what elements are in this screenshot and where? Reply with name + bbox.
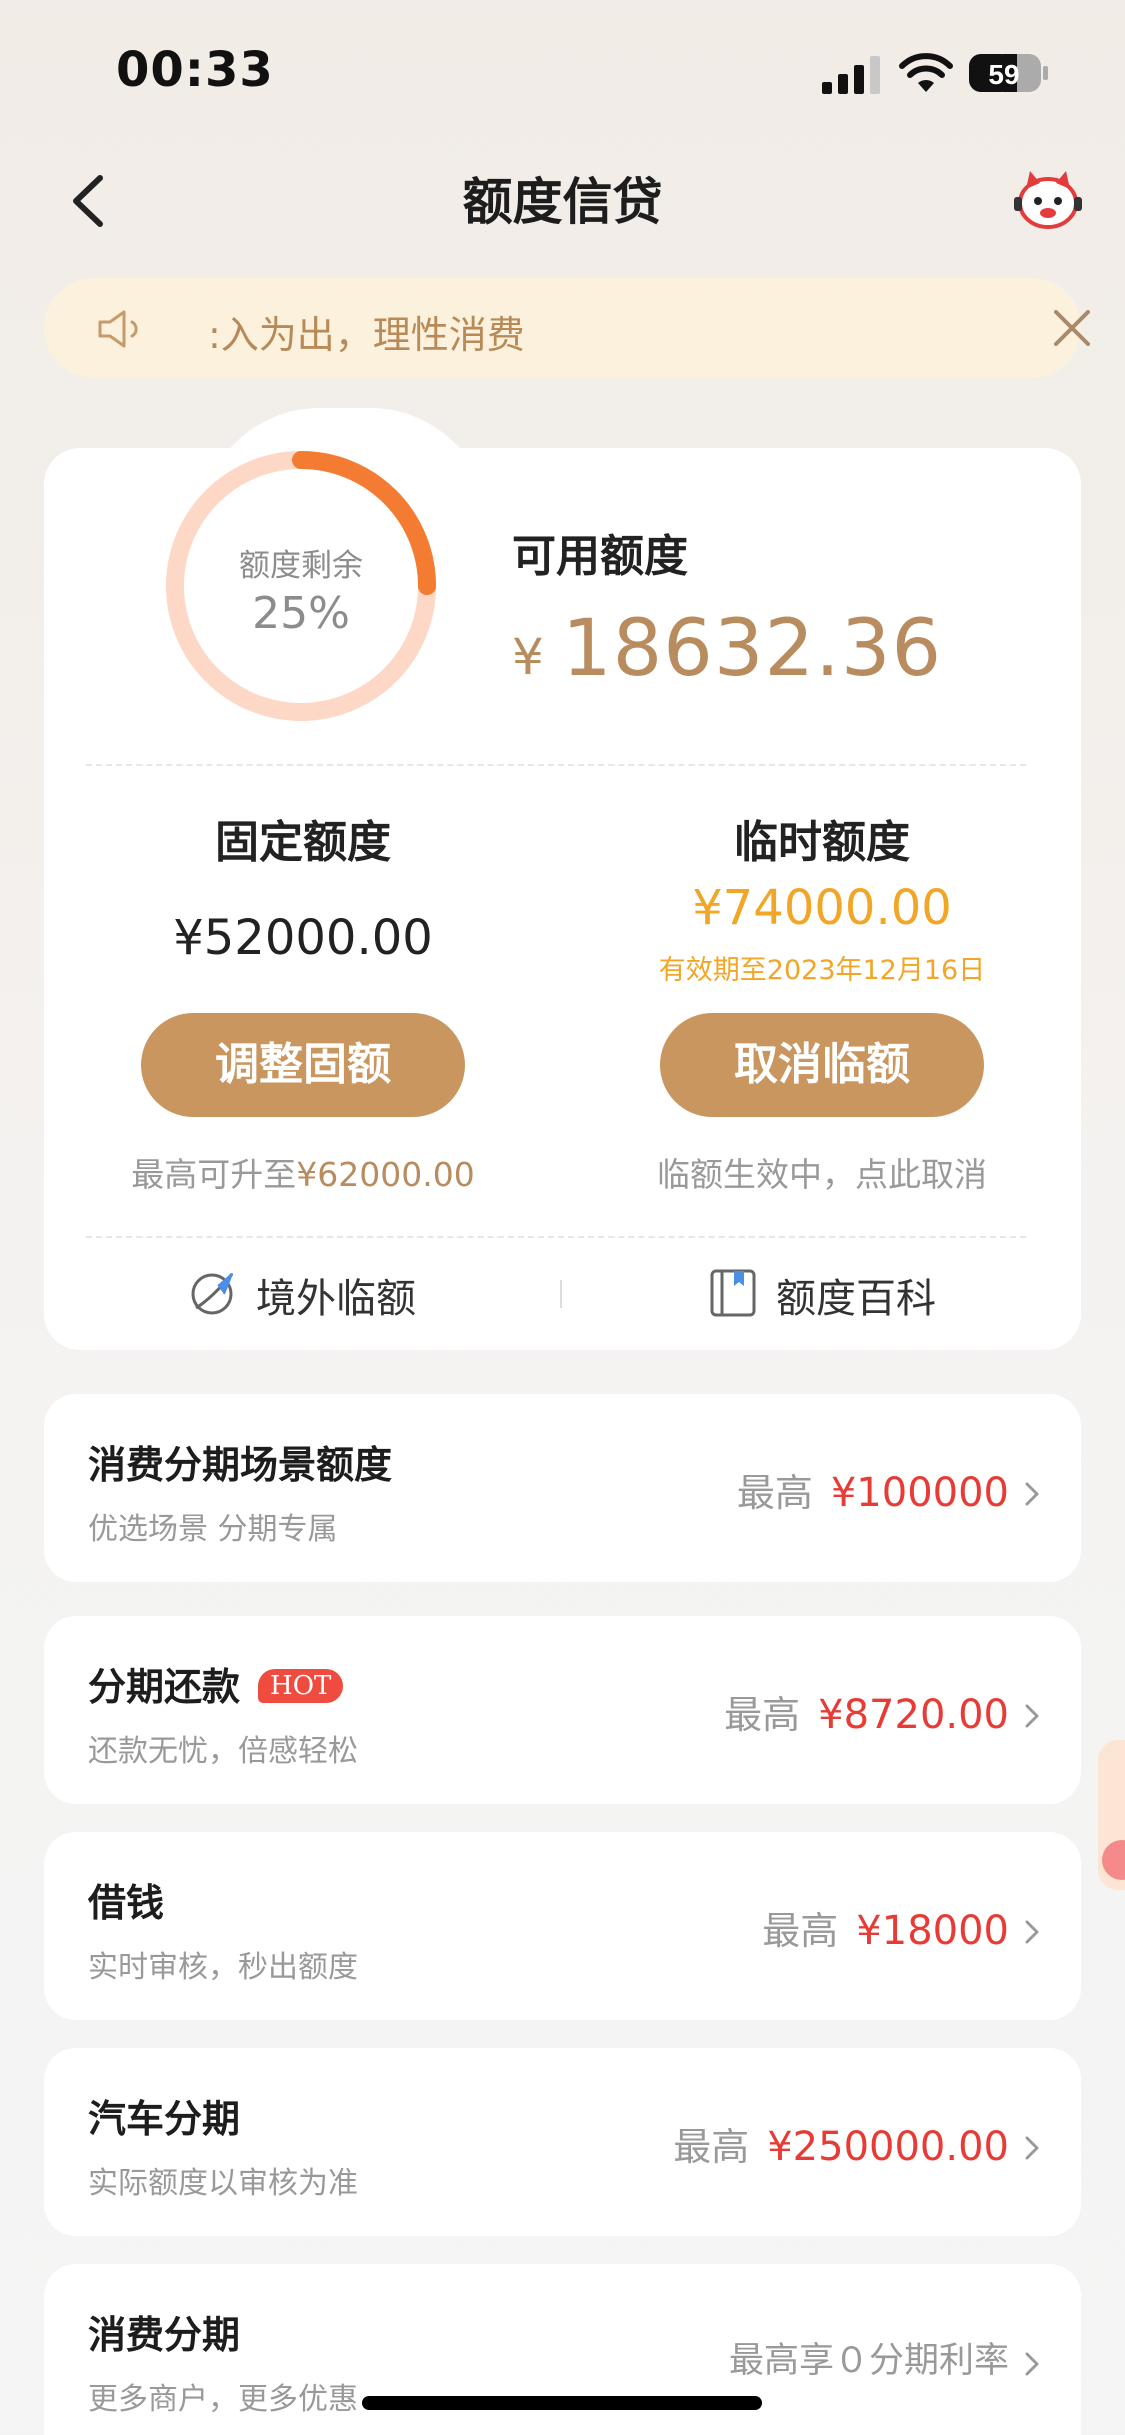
- ring-label: 额度剩余: [239, 548, 363, 584]
- remaining-ring-chart: [166, 451, 436, 721]
- list-item-subtitle: 更多商户，更多优惠: [88, 2382, 358, 2417]
- temp-credit-validity: 有效期至2023年12月16日: [658, 955, 986, 986]
- wifi-icon: [899, 53, 953, 92]
- chevron-right-icon: [1025, 1704, 1039, 1728]
- tools-separator: [560, 1280, 562, 1308]
- temp-credit-amount: ¥74000.00: [692, 880, 952, 936]
- battery-level: 59: [988, 59, 1019, 90]
- list-item-subtitle: 实际额度以审核为准: [88, 2166, 358, 2201]
- ring-percent: 25%: [252, 588, 350, 639]
- overseas-temp-credit-link[interactable]: 境外临额: [256, 1266, 416, 1324]
- chevron-right-icon: [1025, 1920, 1039, 1944]
- list-item-title: 汽车分期: [88, 2097, 241, 2141]
- fixed-credit-title: 固定额度: [215, 817, 391, 868]
- list-item-title: 分期还款 HOT: [88, 1656, 344, 1711]
- notice-text: :入为出，理性消费: [208, 313, 525, 357]
- list-item-subtitle: 优选场景 分期专属: [88, 1512, 338, 1547]
- speaker-icon: [98, 310, 138, 348]
- list-item-limit: 最高 ¥250000.00: [673, 2116, 1009, 2171]
- page-title: 额度信贷: [462, 173, 663, 231]
- list-item-title: 借钱: [88, 1881, 165, 1925]
- limit-prefix: 最高: [762, 1909, 839, 1953]
- mascot-service-icon[interactable]: [1012, 165, 1084, 231]
- list-item-limit: 最高享０分期利率: [729, 2332, 1009, 2383]
- fixed-upgrade-note: 最高可升至¥62000.00: [78, 1148, 528, 1196]
- cancel-temp-credit-button[interactable]: 取消临额: [660, 1013, 984, 1117]
- upgrade-note-text: 最高可升至: [131, 1155, 297, 1194]
- limit-prefix: 最高享０分期利率: [728, 2341, 1009, 2381]
- hot-badge: HOT: [258, 1669, 344, 1703]
- available-credit-label: 可用额度: [512, 531, 688, 582]
- list-item-title: 消费分期场景额度: [88, 1443, 393, 1487]
- limit-amount: ¥250000.00: [767, 2124, 1009, 2170]
- adjust-fixed-credit-button[interactable]: 调整固额: [141, 1013, 465, 1117]
- limit-amount: ¥8720.00: [818, 1692, 1009, 1738]
- temp-credit-title: 临时额度: [734, 817, 910, 868]
- limit-amount: ¥18000: [856, 1908, 1009, 1954]
- divider: [86, 1236, 1026, 1238]
- battery-icon: 59: [969, 54, 1048, 92]
- limit-amount: ¥100000: [830, 1470, 1009, 1516]
- list-item-title-text: 分期还款: [88, 1665, 241, 1709]
- list-item-title: 消费分期: [88, 2313, 241, 2357]
- limit-prefix: 最高: [736, 1471, 813, 1515]
- plane-globe-icon[interactable]: [188, 1268, 238, 1318]
- list-item-car-installment[interactable]: 汽车分期 实际额度以审核为准 最高 ¥250000.00: [44, 2048, 1081, 2236]
- currency-symbol: ¥: [512, 628, 544, 686]
- list-item-limit: 最高 ¥18000: [762, 1900, 1009, 1955]
- list-item-subtitle: 实时审核，秒出额度: [88, 1950, 358, 1985]
- divider: [86, 764, 1026, 766]
- chevron-right-icon: [1025, 2136, 1039, 2160]
- list-item-subtitle: 还款无忧，倍感轻松: [88, 1734, 358, 1769]
- chevron-right-icon: [1025, 2352, 1039, 2376]
- credit-encyclopedia-link[interactable]: 额度百科: [776, 1266, 936, 1324]
- upgrade-note-amount: ¥62000.00: [296, 1155, 475, 1194]
- available-credit-amount: 18632.36: [562, 604, 943, 694]
- cellular-signal-icon: [822, 56, 880, 94]
- list-item-installment-repayment[interactable]: 分期还款 HOT 还款无忧，倍感轻松 最高 ¥8720.00: [44, 1616, 1081, 1804]
- close-icon[interactable]: [1050, 306, 1094, 350]
- chevron-right-icon: [1025, 1482, 1039, 1506]
- list-item-limit: 最高 ¥100000: [737, 1462, 1009, 1517]
- limit-prefix: 最高: [673, 2125, 750, 2169]
- list-item-limit: 最高 ¥8720.00: [724, 1684, 1009, 1739]
- notice-bar: :入为出，理性消费: [44, 278, 1090, 378]
- book-icon[interactable]: [708, 1268, 758, 1318]
- temp-cancel-note[interactable]: 临额生效中，点此取消: [597, 1148, 1047, 1196]
- status-time: 00:33: [116, 42, 274, 98]
- list-item-installment-scene-credit[interactable]: 消费分期场景额度 优选场景 分期专属 最高 ¥100000: [44, 1394, 1081, 1582]
- fixed-credit-amount: ¥52000.00: [173, 910, 433, 966]
- list-item-borrow-money[interactable]: 借钱 实时审核，秒出额度 最高 ¥18000: [44, 1832, 1081, 2020]
- home-indicator[interactable]: [362, 2396, 762, 2410]
- limit-prefix: 最高: [724, 1693, 801, 1737]
